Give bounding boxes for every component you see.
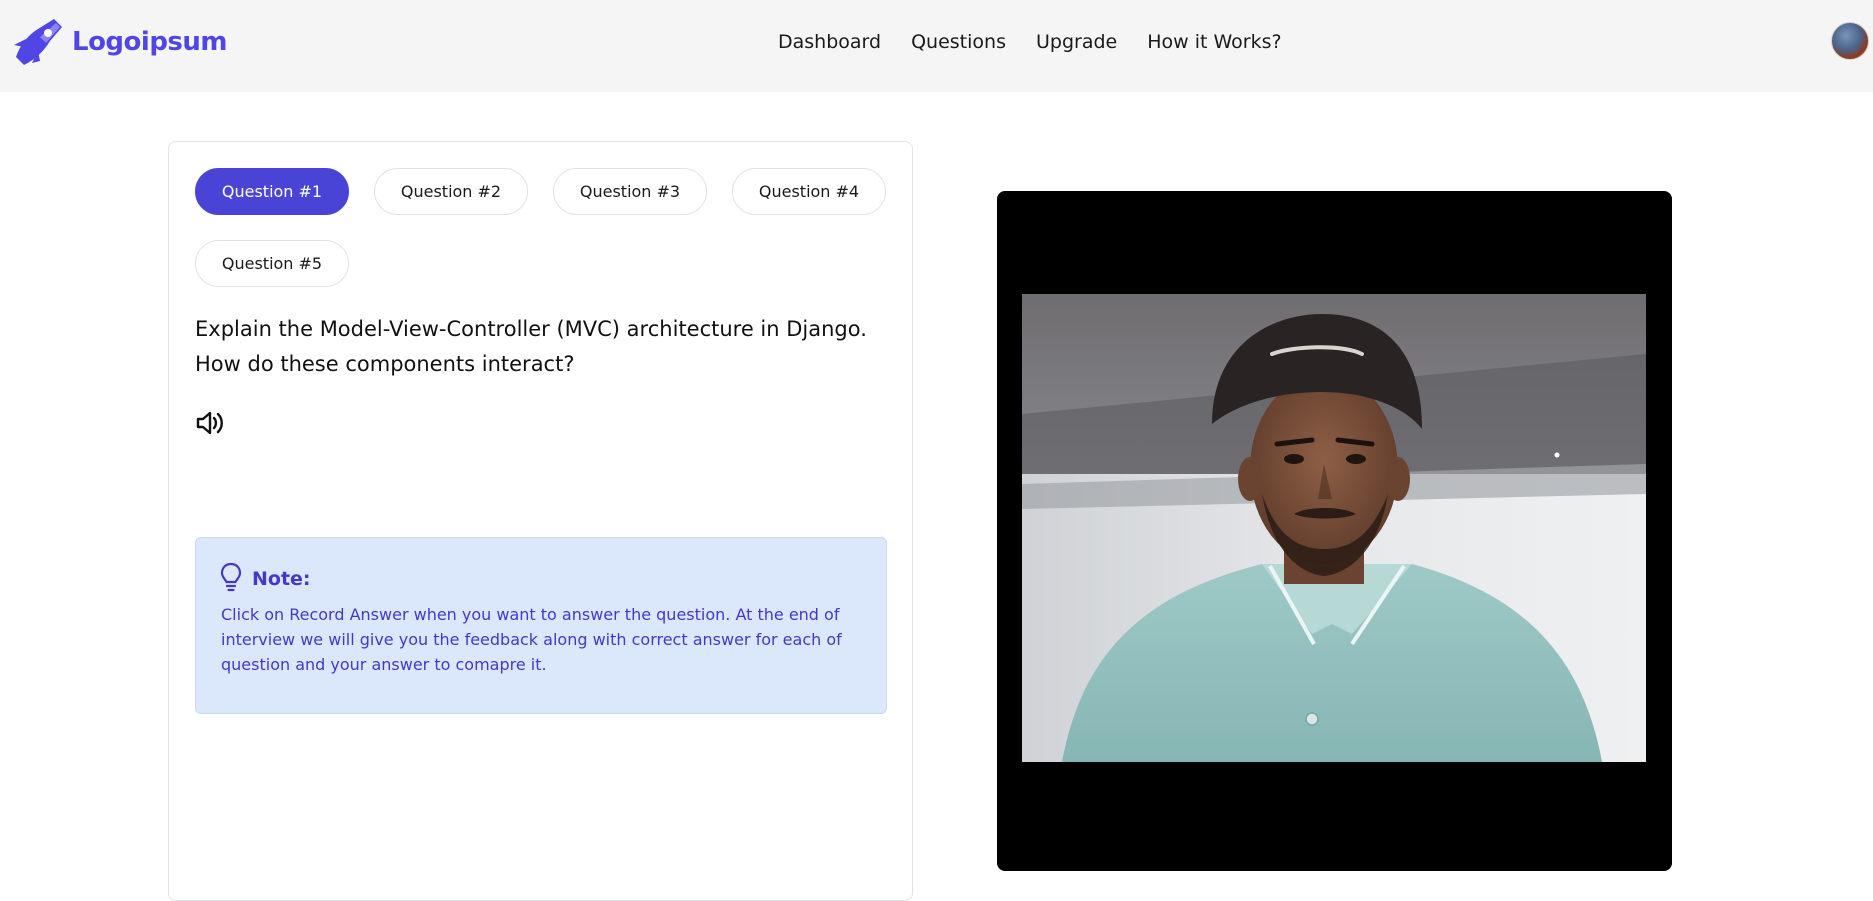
webcam-feed <box>1022 294 1646 762</box>
nav-upgrade[interactable]: Upgrade <box>1036 31 1117 53</box>
note-title: Note: <box>252 568 311 590</box>
tab-question-1[interactable]: Question #1 <box>195 168 349 215</box>
nav-questions[interactable]: Questions <box>911 31 1006 53</box>
note-box: Note: Click on Record Answer when you wa… <box>195 537 887 714</box>
tab-question-5[interactable]: Question #5 <box>195 240 349 287</box>
nav-dashboard[interactable]: Dashboard <box>778 31 881 53</box>
speaker-volume-icon[interactable] <box>195 409 225 437</box>
note-body: Click on Record Answer when you want to … <box>221 602 861 677</box>
top-navbar: Logoipsum Dashboard Questions Upgrade Ho… <box>0 0 1873 92</box>
tab-question-3[interactable]: Question #3 <box>553 168 707 215</box>
webcam-panel <box>997 191 1672 871</box>
tab-question-2[interactable]: Question #2 <box>374 168 528 215</box>
note-line-3: question and your answer to comapre it. <box>221 655 547 674</box>
user-avatar[interactable] <box>1831 22 1869 60</box>
lightbulb-icon <box>220 562 242 596</box>
logo[interactable]: Logoipsum <box>10 15 228 69</box>
nav-how-it-works[interactable]: How it Works? <box>1147 31 1281 53</box>
rocket-logo-icon <box>14 19 62 65</box>
question-line-1: Explain the Model-View-Controller (MVC) … <box>195 317 867 341</box>
logo-text: Logoipsum <box>72 27 228 57</box>
question-card: Question #1 Question #2 Question #3 Ques… <box>168 141 913 901</box>
main-nav: Dashboard Questions Upgrade How it Works… <box>778 26 1282 58</box>
question-line-2: How do these components interact? <box>195 352 575 376</box>
note-header: Note: <box>220 562 311 596</box>
question-text: Explain the Model-View-Controller (MVC) … <box>195 312 885 382</box>
tab-question-4[interactable]: Question #4 <box>732 168 886 215</box>
note-line-2: interview we will give you the feedback … <box>221 630 842 649</box>
note-line-1: Click on Record Answer when you want to … <box>221 605 840 624</box>
